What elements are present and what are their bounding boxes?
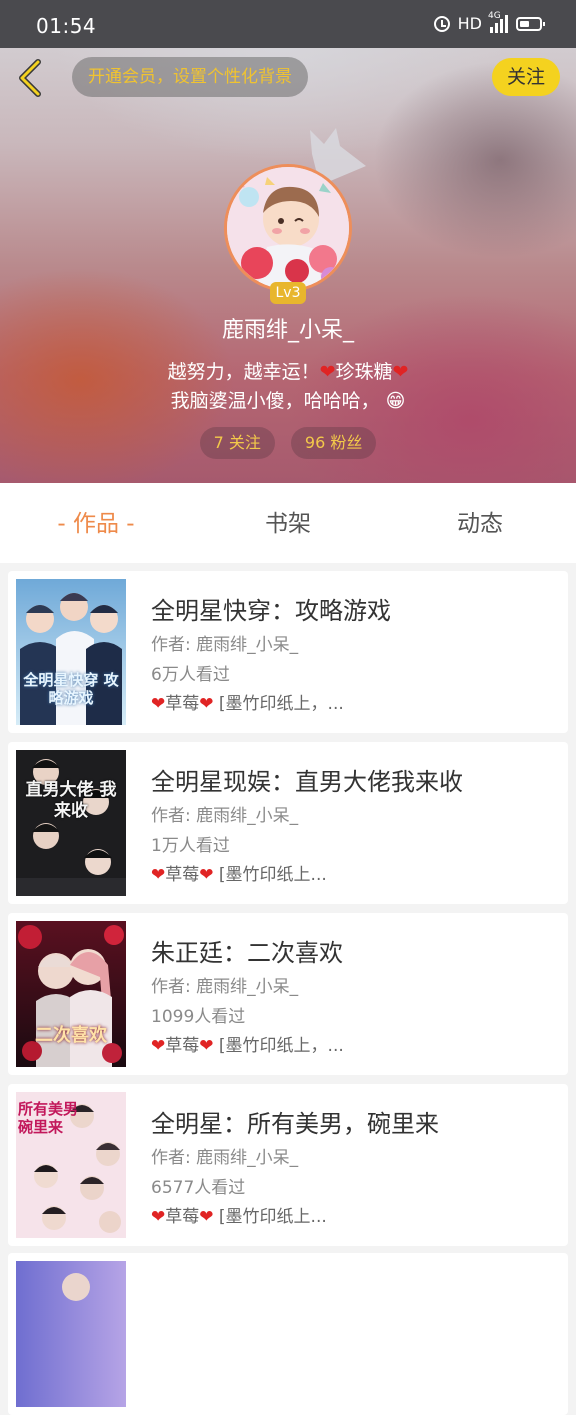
profile-tabs: - 作品 - 书架 动态 [0, 483, 576, 563]
heart-icon: ❤ [199, 865, 214, 885]
heart-icon: ❤ [199, 1207, 214, 1227]
back-arrow-icon [19, 59, 41, 97]
following-count[interactable]: 7 关注 [199, 427, 275, 459]
profile-header: 01:54 HD 4G 开通会员，设置个性化背景 关注 Lv3 鹿雨绯_小呆_ … [0, 0, 576, 483]
book-description: ❤草莓❤ [墨竹印纸上... [151, 865, 327, 885]
book-cover-text: 直男大佬 我来收 [25, 780, 117, 821]
book-cover[interactable]: 所有美男 碗里来 [16, 1092, 126, 1238]
bio-line-1-text: 越努力，越幸运！ [167, 361, 320, 383]
book-title[interactable]: 全明星：所有美男，碗里来 [151, 1104, 439, 1139]
book-card[interactable]: 全明星快穿 攻略游戏 全明星快穿：攻略游戏 作者: 鹿雨绯_小呆_ 6万人看过 … [8, 571, 568, 733]
book-title[interactable]: 全明星快穿：攻略游戏 [151, 591, 391, 626]
book-card[interactable]: 二次喜欢 朱正廷：二次喜欢 作者: 鹿雨绯_小呆_ 1099人看过 ❤草莓❤ [… [8, 913, 568, 1075]
username: 鹿雨绯_小呆_ [221, 318, 354, 343]
follow-button[interactable]: 关注 [492, 58, 560, 96]
book-cover[interactable]: 全明星快穿 攻略游戏 [16, 579, 126, 725]
book-description: ❤草莓❤ [墨竹印纸上，... [151, 1036, 344, 1056]
status-bar: 01:54 HD 4G [0, 0, 576, 48]
level-badge: Lv3 [270, 282, 306, 304]
avatar[interactable] [224, 164, 352, 292]
book-cover[interactable] [16, 1261, 126, 1407]
heart-icon: ❤ [319, 361, 336, 383]
followers-count[interactable]: 96 粉丝 [290, 427, 377, 459]
book-views: 6577人看过 [151, 1178, 246, 1198]
heart-icon: ❤ [199, 694, 214, 714]
book-cover-text: 全明星快穿 攻略游戏 [23, 671, 119, 707]
heart-icon: ❤ [151, 694, 166, 714]
book-views: 1万人看过 [151, 836, 230, 856]
grin-emoji-icon: 😁 [385, 390, 406, 412]
status-icons: HD 4G [433, 11, 545, 33]
alarm-icon [433, 15, 450, 32]
tab-works[interactable]: - 作品 - [0, 483, 192, 563]
book-title[interactable]: 全明星现娱：直男大佬我来收 [151, 762, 463, 797]
book-author: 作者: 鹿雨绯_小呆_ [151, 635, 299, 655]
book-author: 作者: 鹿雨绯_小呆_ [151, 1148, 299, 1168]
book-description: ❤草莓❤ [墨竹印纸上，... [151, 694, 344, 714]
book-cover-text: 二次喜欢 [35, 1025, 107, 1046]
book-cover-text: 所有美男 碗里来 [18, 1100, 79, 1136]
book-card[interactable]: 直男大佬 我来收 全明星现娱：直男大佬我来收 作者: 鹿雨绯_小呆_ 1万人看过… [8, 742, 568, 904]
heart-icon: ❤ [151, 1036, 166, 1056]
book-views: 6万人看过 [151, 665, 230, 685]
bio: 越努力，越幸运！❤珍珠糖❤ 我脑婆温小傻，哈哈哈， 😁 [0, 358, 576, 416]
book-cover-image [16, 1261, 126, 1407]
heart-icon: ❤ [151, 865, 166, 885]
book-description: ❤草莓❤ [墨竹印纸上... [151, 1207, 327, 1227]
book-card[interactable]: 所有美男 碗里来 全明星：所有美男，碗里来 作者: 鹿雨绯_小呆_ 6577人看… [8, 1084, 568, 1246]
book-author: 作者: 鹿雨绯_小呆_ [151, 977, 299, 997]
stats: 7 关注 96 粉丝 [0, 427, 576, 459]
heart-icon: ❤ [151, 1207, 166, 1227]
bio-line-2-text: 我脑婆温小傻，哈哈哈， [170, 390, 380, 412]
status-time: 01:54 [36, 14, 97, 38]
bio-line-1: 越努力，越幸运！❤珍珠糖❤ [0, 358, 576, 387]
bio-line-2: 我脑婆温小傻，哈哈哈， 😁 [0, 387, 576, 416]
book-card[interactable] [8, 1253, 568, 1415]
book-cover[interactable]: 二次喜欢 [16, 921, 126, 1067]
heart-icon: ❤ [392, 361, 409, 383]
book-title[interactable]: 朱正廷：二次喜欢 [151, 933, 343, 968]
battery-icon [516, 16, 545, 31]
avatar-image [227, 167, 349, 289]
vip-background-prompt[interactable]: 开通会员，设置个性化背景 [72, 57, 308, 97]
book-views: 1099人看过 [151, 1007, 246, 1027]
tab-bookshelf[interactable]: 书架 [192, 483, 384, 563]
back-button[interactable] [12, 56, 52, 100]
signal-label: 4G [488, 10, 501, 21]
network-type-label: HD [457, 14, 482, 33]
book-cover[interactable]: 直男大佬 我来收 [16, 750, 126, 896]
bio-line-1-name: 珍珠糖 [335, 361, 393, 383]
tab-activity[interactable]: 动态 [384, 483, 576, 563]
book-author: 作者: 鹿雨绯_小呆_ [151, 806, 299, 826]
signal-icon: 4G [488, 11, 508, 33]
avatar-wrapper[interactable] [224, 164, 354, 294]
book-cover-image [16, 750, 126, 896]
heart-icon: ❤ [199, 1036, 214, 1056]
